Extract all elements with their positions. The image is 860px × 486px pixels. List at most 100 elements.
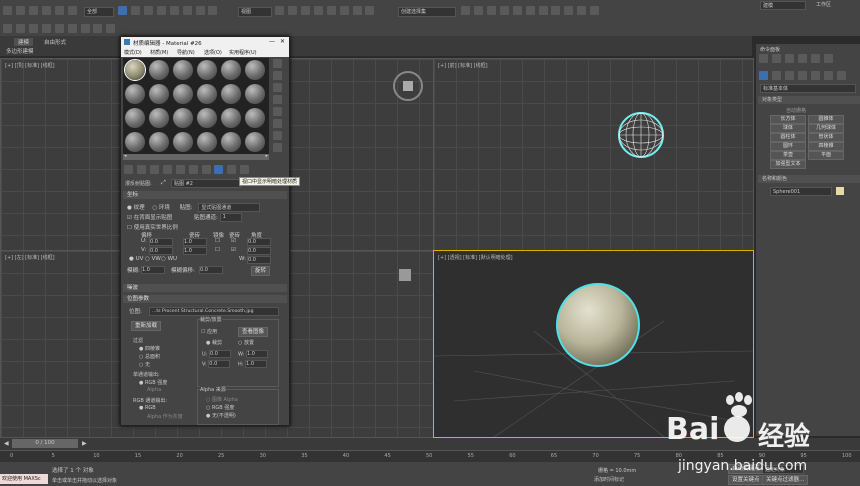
sphere-button[interactable]: 球体 xyxy=(770,124,806,133)
bitmap-rollout-header[interactable]: 位图参数 xyxy=(123,295,287,303)
layer-icon[interactable] xyxy=(15,24,25,33)
render-setup-icon[interactable] xyxy=(564,6,574,15)
sample-slot[interactable] xyxy=(221,108,241,128)
toggle-scene-explorer-icon[interactable] xyxy=(486,6,496,15)
sample-slot[interactable] xyxy=(149,60,169,80)
reload-button[interactable]: 重新加载 xyxy=(131,321,162,331)
show-end-result-icon[interactable] xyxy=(227,165,237,174)
sample-slot[interactable] xyxy=(125,132,145,152)
material-editor-titlebar[interactable]: 材质编辑器 - Material #26 — ✕ xyxy=(121,37,289,48)
helpers-icon[interactable] xyxy=(810,71,820,80)
rgb-intensity-radio[interactable]: ● RGB 强度 xyxy=(139,379,167,386)
select-by-material-icon[interactable] xyxy=(273,143,282,152)
pivot-icon[interactable] xyxy=(275,6,284,15)
category-dropdown[interactable]: 标准基本体 xyxy=(760,84,856,93)
place-radio[interactable]: ○ 放置 xyxy=(238,339,254,346)
blur-field[interactable]: 1.0 xyxy=(141,266,165,274)
uv-radio[interactable]: ● UV xyxy=(129,256,143,262)
redo-icon[interactable] xyxy=(15,6,25,15)
real-world-checkbox[interactable]: ☐ 使用真实世界比例 xyxy=(127,225,178,231)
reset-map-icon[interactable] xyxy=(162,165,172,174)
viewcube-icon[interactable] xyxy=(393,71,423,101)
pyramid-button[interactable]: 四棱锥 xyxy=(808,142,844,151)
make-unique-icon[interactable] xyxy=(175,165,185,174)
systems-icon[interactable] xyxy=(836,71,846,80)
pyramidal-radio[interactable]: ● 四棱锥 xyxy=(139,345,160,352)
cameras-icon[interactable] xyxy=(797,71,807,80)
viewport-label[interactable]: [+] [前] [标准] [线框] xyxy=(438,62,488,69)
align-icon[interactable] xyxy=(473,6,483,15)
sample-slot[interactable] xyxy=(245,60,265,80)
make-preview-icon[interactable] xyxy=(273,119,282,128)
ribbon-tab-freeform[interactable]: 自由形式 xyxy=(44,38,66,46)
sample-slot[interactable] xyxy=(173,132,193,152)
filter-none-radio[interactable]: ○ 无 xyxy=(139,361,150,368)
keyboard-shortcut-icon[interactable] xyxy=(300,6,310,15)
crop-h-field[interactable]: 1.0 xyxy=(245,360,268,368)
crop-w-field[interactable]: 1.0 xyxy=(245,350,268,358)
cone-button[interactable]: 圆锥体 xyxy=(808,115,844,124)
tube-button[interactable]: 管状体 xyxy=(808,133,844,142)
object-type-header[interactable]: 对象类型 xyxy=(758,96,860,104)
u-offset-field[interactable]: 0.0 xyxy=(149,238,173,246)
curve-editor-icon[interactable] xyxy=(525,6,535,15)
named-selection-set-dropdown[interactable]: 创建选择集 xyxy=(398,7,456,17)
menu-utilities[interactable]: 实用程序(U) xyxy=(229,49,257,56)
map-channel-spinner[interactable]: 1 xyxy=(219,213,242,222)
material-id-icon[interactable] xyxy=(201,165,211,174)
show-map-back-checkbox[interactable]: ☑ 在背面显示贴图 xyxy=(127,215,172,221)
sample-slot[interactable] xyxy=(221,60,241,80)
put-to-scene-icon[interactable] xyxy=(136,165,146,174)
motion-tab-icon[interactable] xyxy=(797,54,807,63)
create-tab-icon[interactable] xyxy=(759,54,768,63)
render-production-icon[interactable] xyxy=(590,6,600,15)
teapot-button[interactable]: 茶壶 xyxy=(770,151,806,160)
crop-radio[interactable]: ● 裁剪 xyxy=(206,339,222,346)
menu-material[interactable]: 材质(M) xyxy=(150,49,168,56)
move-icon[interactable] xyxy=(169,6,179,15)
pick-material-icon[interactable]: ⤢ xyxy=(161,179,166,187)
views-icon[interactable] xyxy=(106,24,116,33)
v-mirror-checkbox[interactable]: ☐ xyxy=(215,247,220,253)
viewport-front[interactable]: [+] [前] [标准] [线框] xyxy=(433,58,754,251)
add-time-tag-button[interactable]: 添加时间标记 xyxy=(594,476,624,483)
coordinates-rollout-header[interactable]: 坐标 xyxy=(123,191,287,199)
spinner-snap-icon[interactable] xyxy=(352,6,362,15)
sample-slot[interactable] xyxy=(149,132,169,152)
sample-slot[interactable] xyxy=(245,108,265,128)
select-object-icon[interactable] xyxy=(118,6,127,15)
sample-slot[interactable] xyxy=(173,60,193,80)
object-color-swatch[interactable] xyxy=(836,187,844,195)
background-icon[interactable] xyxy=(273,83,282,92)
sample-slot[interactable] xyxy=(173,84,193,104)
u-mirror-checkbox[interactable]: ☐ xyxy=(215,238,220,244)
window-crossing-icon[interactable] xyxy=(156,6,166,15)
menu-options[interactable]: 选项(O) xyxy=(204,49,222,56)
select-filter-icon[interactable] xyxy=(67,6,77,15)
sample-slot-active[interactable] xyxy=(124,59,146,81)
show-shaded-material-icon[interactable] xyxy=(214,165,224,174)
link-icon[interactable] xyxy=(28,6,38,15)
sample-slot-scrollbar[interactable]: ◂ ▸ xyxy=(123,153,269,160)
manipulate-icon[interactable] xyxy=(287,6,297,15)
concrete-sphere[interactable] xyxy=(556,283,640,367)
display-tab-icon[interactable] xyxy=(810,54,820,63)
autogrid-checkbox[interactable]: 自动栅格 xyxy=(786,107,806,114)
menu-mode[interactable]: 模式(D) xyxy=(124,49,142,56)
w-angle-field[interactable]: 0.0 xyxy=(247,256,271,264)
image-alpha-radio[interactable]: ○ 图像 Alpha xyxy=(206,396,238,403)
viewport-label[interactable]: [+] [顶] [标准] [线框] xyxy=(5,62,55,69)
percent-snap-icon[interactable] xyxy=(339,6,349,15)
material-editor-icon[interactable] xyxy=(551,6,561,15)
snap-toggle-icon[interactable] xyxy=(313,6,323,15)
utilities-tab-icon[interactable] xyxy=(823,54,833,63)
angle-snap-icon[interactable] xyxy=(326,6,336,15)
get-material-icon[interactable] xyxy=(124,165,133,174)
noise-rollout-header[interactable]: 噪波 xyxy=(123,284,287,292)
scene-states-icon[interactable] xyxy=(28,24,38,33)
spacewarps-icon[interactable] xyxy=(823,71,833,80)
go-to-parent-icon[interactable] xyxy=(240,165,250,174)
sample-slot[interactable] xyxy=(197,84,217,104)
sample-slot[interactable] xyxy=(173,108,193,128)
video-color-check-icon[interactable] xyxy=(273,107,282,116)
